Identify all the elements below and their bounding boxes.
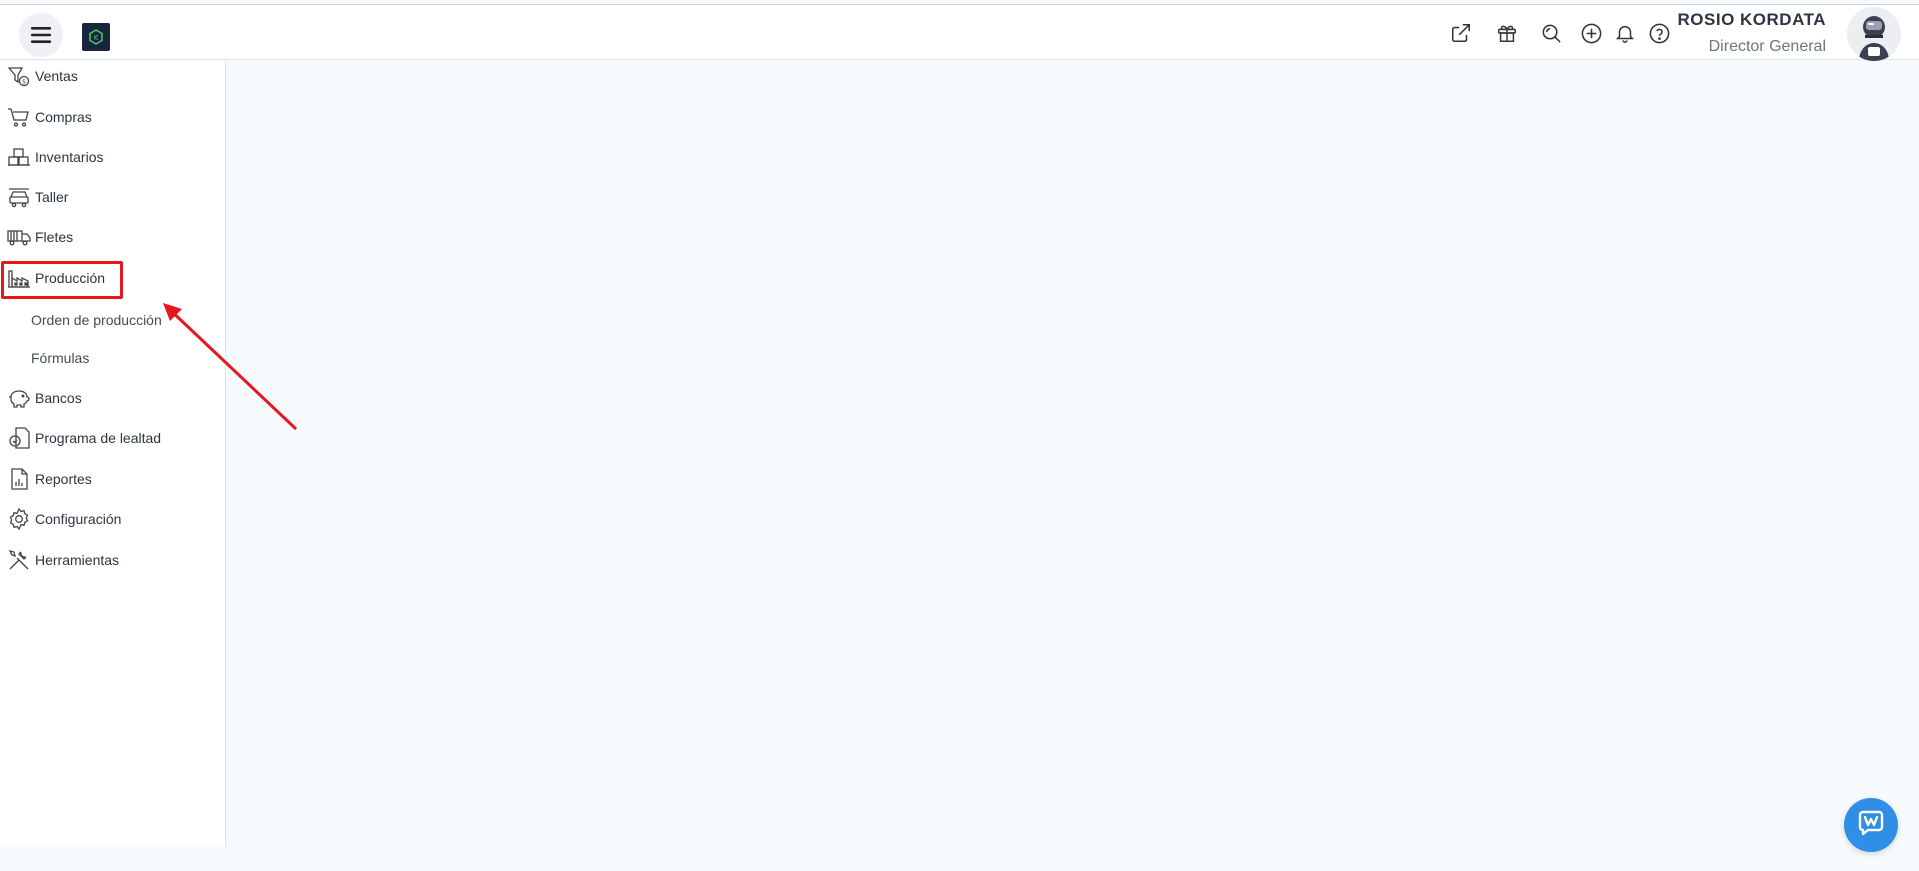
sidebar-item-inventarios[interactable]: Inventarios: [0, 142, 222, 172]
hamburger-icon[interactable]: [19, 13, 63, 57]
sidebar-item-herramientas[interactable]: Herramientas: [0, 545, 222, 575]
sidebar-item-label: Configuración: [35, 511, 122, 527]
external-link-icon[interactable]: [1448, 20, 1474, 46]
sidebar-item-label: Ventas: [35, 68, 78, 84]
sidebar-item-label: Herramientas: [35, 552, 120, 568]
tools-icon: [7, 548, 31, 572]
report-icon: [7, 467, 31, 491]
add-circle-icon[interactable]: [1578, 20, 1604, 46]
sidebar-item-compras[interactable]: Compras: [0, 102, 222, 132]
top-bar: K ROSIO KORDATA Director General: [0, 4, 1919, 61]
annotation-arrow: [163, 303, 298, 431]
gear-icon: [7, 507, 31, 531]
boxes-icon: [7, 145, 31, 169]
sidebar-item-label: Programa de lealtad: [35, 430, 162, 446]
sidebar-item-label: Fletes: [35, 229, 74, 245]
sidebar-item-label: Compras: [35, 109, 92, 125]
cart-icon: [7, 105, 31, 129]
chat-icon: [1854, 806, 1888, 845]
sidebar-item-label: Bancos: [35, 390, 82, 406]
avatar[interactable]: [1847, 7, 1901, 61]
sidebar-item-fletes[interactable]: Fletes: [0, 222, 222, 252]
sidebar-item-label: Taller: [35, 189, 69, 205]
gift-icon[interactable]: [1494, 20, 1520, 46]
user-name: ROSIO KORDATA: [1677, 10, 1826, 29]
sidebar-item-label: Inventarios: [35, 149, 104, 165]
bell-icon[interactable]: [1612, 20, 1638, 46]
sidebar-subitem-formulas[interactable]: Fórmulas: [31, 350, 89, 366]
piggy-bank-icon: [7, 386, 31, 410]
chat-button[interactable]: [1844, 798, 1898, 852]
sidebar: $ Ventas Compras Inventarios Taller Flet…: [0, 61, 226, 847]
sidebar-item-ventas[interactable]: $ Ventas: [0, 61, 222, 91]
sidebar-subitem-orden-de-produccion[interactable]: Orden de producción: [31, 312, 162, 328]
sales-icon: $: [7, 64, 31, 88]
highlight-box: [1, 261, 123, 299]
loyalty-icon: [7, 426, 31, 450]
sidebar-item-label: Reportes: [35, 471, 92, 487]
bottom-strip: [0, 847, 1919, 871]
car-icon: [7, 185, 31, 209]
user-role: Director General: [1708, 38, 1826, 55]
svg-text:$: $: [22, 79, 26, 86]
app-logo[interactable]: K: [82, 23, 110, 51]
sidebar-item-reportes[interactable]: Reportes: [0, 464, 222, 494]
sidebar-item-configuracion[interactable]: Configuración: [0, 504, 222, 534]
truck-icon: [7, 225, 31, 249]
svg-text:K: K: [94, 34, 99, 42]
search-icon[interactable]: [1538, 20, 1564, 46]
sidebar-item-taller[interactable]: Taller: [0, 182, 222, 212]
help-icon[interactable]: [1646, 20, 1672, 46]
